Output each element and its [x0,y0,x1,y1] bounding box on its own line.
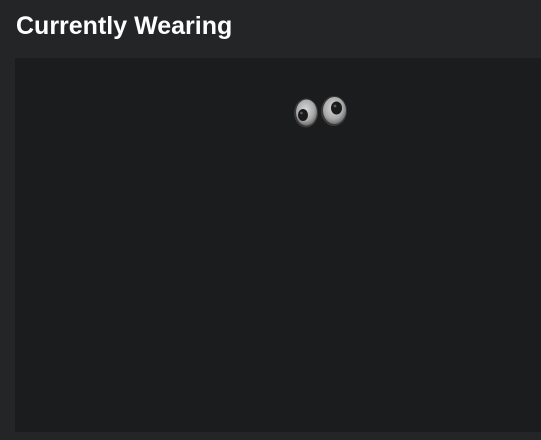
currently-wearing-panel [15,58,541,432]
section-title: Currently Wearing [16,12,233,40]
googly-eyes-icon [294,96,347,128]
worn-item-tile[interactable] [291,94,351,130]
currently-wearing-section: Currently Wearing [0,0,541,440]
